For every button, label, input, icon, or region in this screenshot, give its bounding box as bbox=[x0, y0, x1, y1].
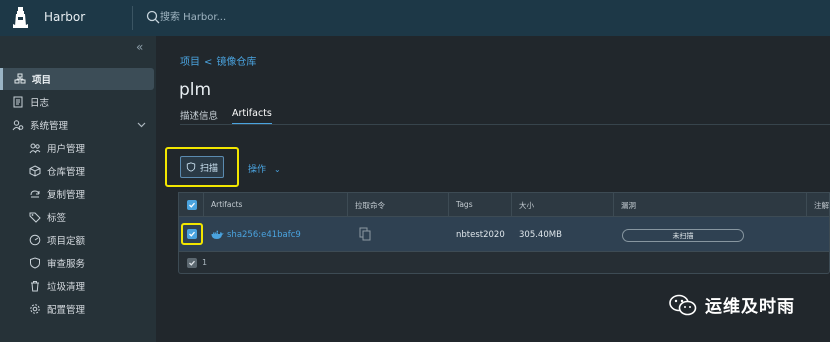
chevron-down-icon[interactable] bbox=[137, 120, 146, 129]
selected-count: 1 bbox=[202, 258, 208, 267]
tab-divider bbox=[180, 124, 830, 125]
sidebar-item-label: 项目定额 bbox=[47, 236, 86, 247]
page-title: plm bbox=[179, 80, 212, 100]
sidebar-item-label: 复制管理 bbox=[47, 190, 86, 201]
harbor-logo-icon[interactable] bbox=[12, 7, 29, 28]
sidebar-item-label: 用户管理 bbox=[47, 144, 86, 155]
sidebar-item-labels[interactable]: 标签 bbox=[0, 206, 156, 228]
sidebar-item-logs[interactable]: 日志 bbox=[0, 91, 156, 113]
sidebar: « 项目 日志 系统管理 用户管理 仓库管理 复制管理 标签 项目定额 审查服务… bbox=[0, 36, 156, 342]
table-row[interactable]: sha256:e41bafc9 nbtest2020 305.40MB 未扫描 bbox=[178, 216, 830, 252]
scan-button-label: 扫描 bbox=[199, 163, 218, 174]
breadcrumb-repositories-link[interactable]: 镜像仓库 bbox=[216, 57, 256, 68]
sidebar-item-quotas[interactable]: 项目定额 bbox=[0, 229, 156, 251]
sidebar-item-label: 仓库管理 bbox=[47, 167, 86, 178]
breadcrumb-projects-link[interactable]: 项目 bbox=[180, 57, 200, 68]
actions-dropdown[interactable]: 操作 ⌄ bbox=[248, 162, 281, 175]
tab-artifacts[interactable]: Artifacts bbox=[232, 108, 272, 125]
shield-scan-icon bbox=[186, 162, 196, 172]
copy-icon[interactable] bbox=[359, 227, 371, 241]
registry-icon bbox=[29, 165, 41, 177]
sidebar-item-label: 日志 bbox=[30, 98, 50, 109]
column-header-artifacts[interactable]: Artifacts bbox=[211, 200, 242, 209]
sidebar-item-administration[interactable]: 系统管理 bbox=[0, 114, 156, 136]
artifact-digest-link[interactable]: sha256:e41bafc9 bbox=[227, 230, 301, 240]
breadcrumb-separator: < bbox=[204, 57, 213, 68]
sidebar-item-label: 系统管理 bbox=[30, 121, 69, 132]
scan-button[interactable]: 扫描 bbox=[180, 156, 224, 178]
wechat-watermark: 运维及时雨 bbox=[669, 292, 795, 317]
column-separator bbox=[203, 193, 204, 217]
header-divider bbox=[132, 6, 133, 30]
watermark-text: 运维及时雨 bbox=[705, 297, 795, 317]
wechat-icon bbox=[669, 294, 697, 315]
sidebar-item-label: 项目 bbox=[32, 75, 52, 86]
quota-icon bbox=[29, 234, 41, 246]
shield-icon bbox=[30, 257, 40, 269]
sidebar-item-interrogation-services[interactable]: 审查服务 bbox=[0, 252, 156, 274]
tag-icon bbox=[29, 212, 41, 223]
search-icon bbox=[146, 10, 160, 24]
select-all-checkbox[interactable] bbox=[187, 200, 197, 210]
column-separator bbox=[448, 193, 449, 217]
sidebar-item-label: 标签 bbox=[47, 213, 67, 224]
trash-icon bbox=[31, 281, 39, 292]
log-icon bbox=[13, 96, 23, 108]
artifacts-table: Artifacts 拉取命令 Tags 大小 漏洞 注解 sha256:e41b… bbox=[178, 192, 830, 292]
vulnerability-status-badge: 未扫描 bbox=[622, 229, 744, 242]
column-separator bbox=[613, 193, 614, 217]
admin-icon bbox=[12, 120, 24, 131]
check-icon bbox=[189, 202, 195, 208]
tab-info[interactable]: 描述信息 bbox=[180, 108, 218, 125]
gear-icon bbox=[30, 304, 40, 314]
app-title: Harbor bbox=[44, 10, 86, 24]
column-header-annotations[interactable]: 注解 bbox=[814, 200, 829, 211]
breadcrumb: 项目 < 镜像仓库 bbox=[180, 53, 260, 68]
artifact-tag: nbtest2020 bbox=[456, 230, 505, 240]
collapse-sidebar-icon[interactable]: « bbox=[136, 40, 143, 54]
sidebar-item-projects[interactable]: 项目 bbox=[0, 68, 154, 90]
sidebar-item-configuration[interactable]: 配置管理 bbox=[0, 298, 156, 320]
search-input[interactable] bbox=[160, 8, 320, 26]
column-header-vulnerabilities[interactable]: 漏洞 bbox=[621, 200, 636, 211]
sidebar-item-registries[interactable]: 仓库管理 bbox=[0, 160, 156, 182]
highlight-row-checkbox bbox=[181, 223, 203, 245]
sidebar-item-replications[interactable]: 复制管理 bbox=[0, 183, 156, 205]
chevron-down-icon: ⌄ bbox=[274, 165, 281, 174]
table-footer: 1 bbox=[178, 252, 830, 274]
column-separator bbox=[347, 193, 348, 217]
column-header-tags[interactable]: Tags bbox=[456, 200, 473, 209]
column-separator bbox=[511, 193, 512, 217]
docker-icon bbox=[211, 230, 224, 239]
users-icon bbox=[29, 143, 41, 154]
footer-selected-checkbox bbox=[187, 258, 197, 268]
actions-dropdown-label: 操作 bbox=[248, 165, 267, 175]
sidebar-item-users[interactable]: 用户管理 bbox=[0, 137, 156, 159]
table-header: Artifacts 拉取命令 Tags 大小 漏洞 注解 bbox=[178, 192, 830, 217]
project-icon bbox=[14, 73, 26, 84]
check-icon bbox=[189, 260, 195, 266]
column-header-size[interactable]: 大小 bbox=[519, 200, 534, 211]
artifact-size: 305.40MB bbox=[519, 230, 562, 240]
sidebar-item-label: 垃圾清理 bbox=[47, 282, 86, 293]
tab-bar: 描述信息 Artifacts bbox=[180, 108, 272, 125]
sidebar-item-label: 配置管理 bbox=[47, 305, 86, 316]
replication-icon bbox=[30, 190, 40, 198]
top-bar: Harbor bbox=[0, 0, 830, 36]
column-separator bbox=[806, 193, 807, 217]
column-header-pull-command[interactable]: 拉取命令 bbox=[355, 200, 385, 211]
sidebar-item-label: 审查服务 bbox=[47, 259, 86, 270]
sidebar-item-garbage-collection[interactable]: 垃圾清理 bbox=[0, 275, 156, 297]
